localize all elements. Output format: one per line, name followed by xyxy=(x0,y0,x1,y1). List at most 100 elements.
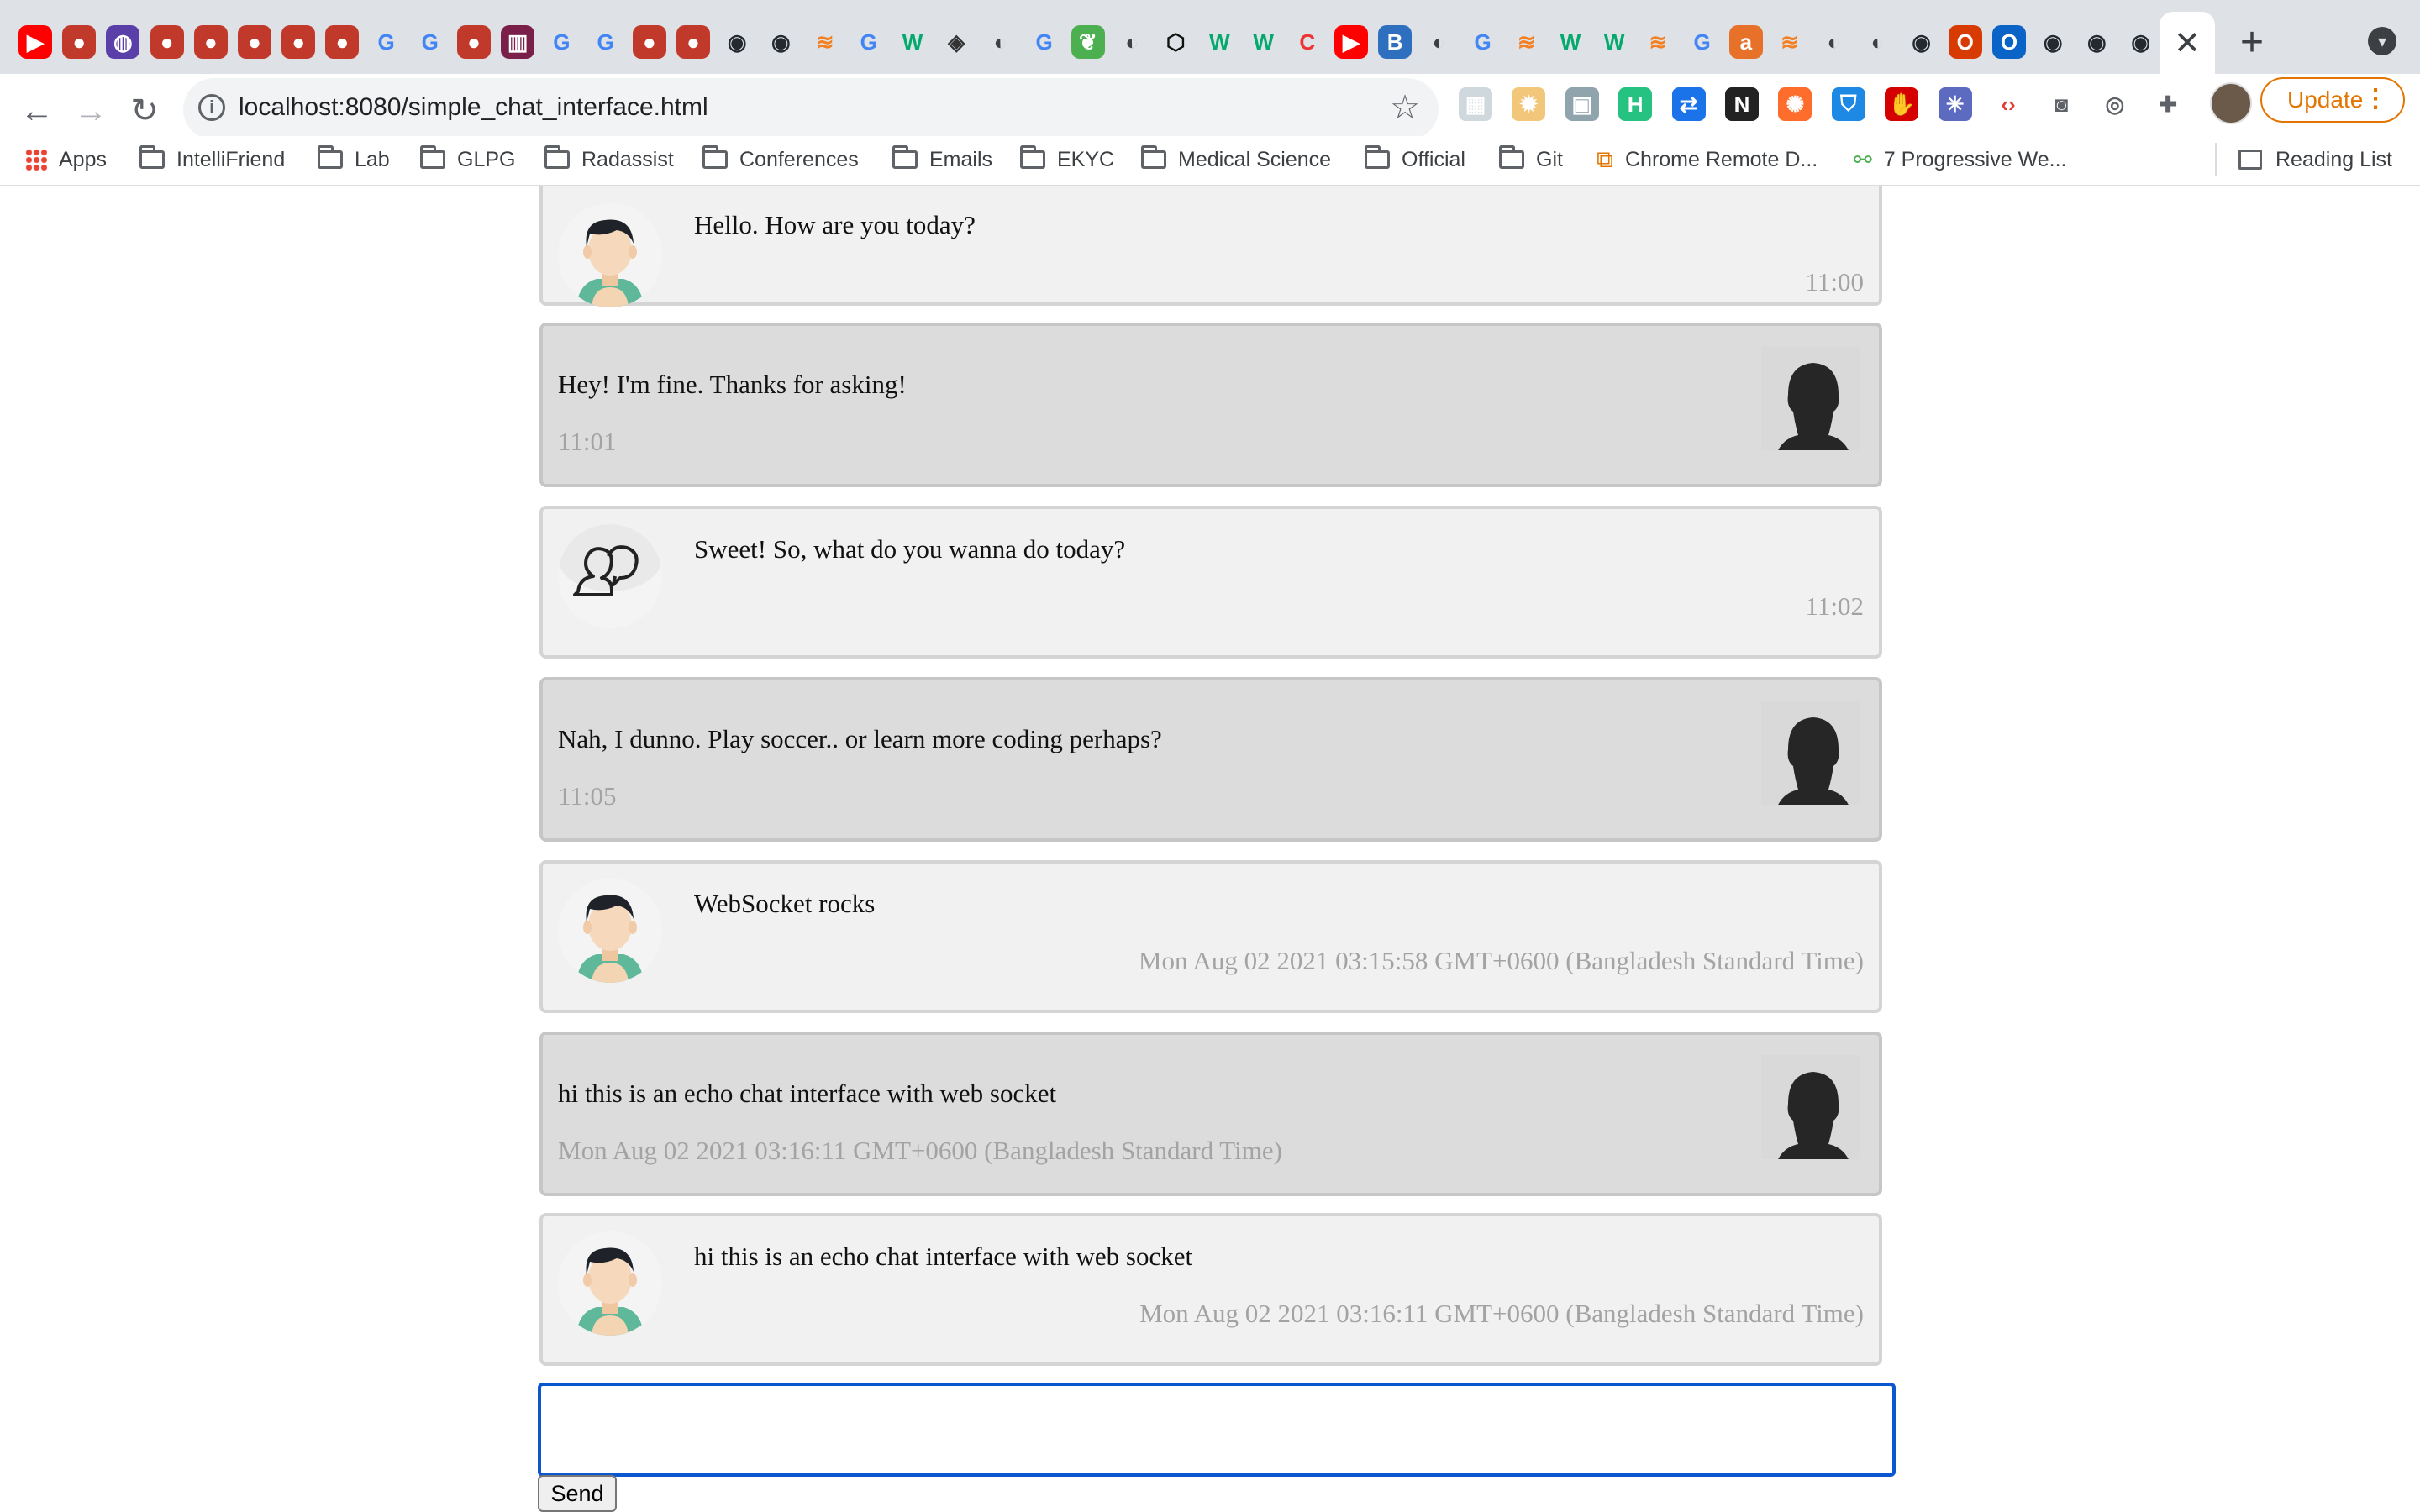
man-avatar xyxy=(558,879,662,983)
tab-stackoverflow-icon[interactable]: ≋ xyxy=(1641,25,1675,59)
tab-google-icon[interactable]: G xyxy=(370,25,403,59)
message-input[interactable] xyxy=(538,1383,1896,1477)
tab-w3schools-icon[interactable]: W xyxy=(1202,25,1236,59)
tab-google-icon[interactable]: G xyxy=(852,25,886,59)
bookmark-lab[interactable]: Lab xyxy=(318,144,390,175)
tab-github-icon[interactable]: ◉ xyxy=(764,25,797,59)
tab-cluster-icon[interactable]: ● xyxy=(150,25,184,59)
grid-ext-icon[interactable]: ▦ xyxy=(1459,87,1492,121)
tab-cluster-icon[interactable]: ● xyxy=(193,25,228,59)
tab-google-icon[interactable]: G xyxy=(1466,25,1500,59)
bookmark-chrome-remote-d[interactable]: ⧉ Chrome Remote D... xyxy=(1597,144,1818,175)
bookmark-apps[interactable]: Apps xyxy=(25,144,107,175)
tab-ask-icon[interactable]: a xyxy=(1728,25,1763,59)
tab-cluster-icon[interactable]: ● xyxy=(632,25,666,59)
tab-firefox-icon[interactable]: ◍ xyxy=(106,25,140,59)
tab-globe-icon[interactable]: ◐ xyxy=(1817,25,1850,59)
tab-github-icon[interactable]: ◉ xyxy=(2036,25,2070,59)
bookmark-7-progressive-we[interactable]: ⚯ 7 Progressive We... xyxy=(1854,144,2066,175)
tab-office-icon[interactable]: O xyxy=(1948,25,1982,59)
tab-cluster-icon[interactable]: ● xyxy=(457,25,491,59)
reading-list-button[interactable]: Reading List xyxy=(2238,144,2392,175)
tab-cluster-icon[interactable]: ● xyxy=(676,25,710,59)
tab-codepen-icon[interactable]: ⬡ xyxy=(1159,25,1192,59)
sparkle-ext-icon[interactable]: ✳ xyxy=(1938,87,1972,121)
bookmark-emails[interactable]: Emails xyxy=(892,144,992,175)
tab-google-icon[interactable]: G xyxy=(1686,25,1719,59)
send-button[interactable]: Send xyxy=(538,1475,617,1512)
bookmark-label: Official xyxy=(1402,147,1465,171)
tab-globe-icon[interactable]: ◐ xyxy=(1115,25,1149,59)
gear-ext-icon[interactable]: ✹ xyxy=(1512,87,1546,121)
tab-stackoverflow-icon[interactable]: ≋ xyxy=(1773,25,1807,59)
image-ext-icon[interactable]: ▣ xyxy=(1565,87,1599,121)
update-label: Update xyxy=(2287,87,2364,113)
tab-outlook-icon[interactable]: O xyxy=(1992,25,2026,59)
orange-ext-icon[interactable]: ✺ xyxy=(1778,87,1812,121)
camera-ext-icon[interactable]: ◙ xyxy=(2044,87,2078,121)
tab-cc-icon[interactable]: C xyxy=(1291,25,1324,59)
active-tab-close-icon[interactable]: ✕ xyxy=(2160,12,2215,74)
folder-icon xyxy=(544,145,570,169)
tab-stackoverflow-icon[interactable]: ≋ xyxy=(1510,25,1544,59)
code-ext-icon[interactable]: ‹› xyxy=(1991,87,2025,121)
bookmark-conferences[interactable]: Conferences xyxy=(702,144,859,175)
tab-stackoverflow-icon[interactable]: ≋ xyxy=(808,25,842,59)
bookmark-official[interactable]: Official xyxy=(1365,144,1465,175)
reading-list-label: Reading List xyxy=(2275,147,2392,171)
reload-icon[interactable]: ↻ xyxy=(119,86,170,136)
tab-github-icon[interactable]: ◉ xyxy=(1905,25,1939,59)
bookmark-medical-science[interactable]: Medical Science xyxy=(1141,144,1331,175)
bookmark-git[interactable]: Git xyxy=(1499,144,1563,175)
hand-ext-icon[interactable]: ✋ xyxy=(1885,87,1919,121)
tab-cluster-icon[interactable]: ● xyxy=(325,25,360,59)
tab-w3schools-icon[interactable]: W xyxy=(1597,25,1631,59)
tab-youtube-icon[interactable]: ▶ xyxy=(1334,25,1368,59)
translate-ext-icon[interactable]: ⇄ xyxy=(1671,87,1706,121)
tab-diamond-icon[interactable]: ◈ xyxy=(939,25,973,59)
bookmark-star-icon[interactable]: ☆ xyxy=(1390,88,1420,127)
folder-icon xyxy=(1499,145,1524,169)
new-tab-button[interactable]: + xyxy=(2232,20,2272,65)
back-arrow-icon[interactable]: ← xyxy=(12,86,62,136)
tab-search-icon[interactable]: ▾ xyxy=(2368,27,2396,55)
tab-w3schools-icon[interactable]: W xyxy=(896,25,929,59)
tab-google-icon[interactable]: G xyxy=(544,25,578,59)
site-info-icon[interactable]: i xyxy=(198,94,225,121)
bookmark-glpg[interactable]: GLPG xyxy=(420,144,515,175)
tab-github-icon[interactable]: ◉ xyxy=(720,25,754,59)
new-ext-icon[interactable]: N xyxy=(1725,87,1759,121)
bookmark-radassist[interactable]: Radassist xyxy=(544,144,674,175)
tab-cluster-icon[interactable]: ● xyxy=(281,25,316,59)
tab-w3schools-icon[interactable]: W xyxy=(1554,25,1587,59)
tab-chart-icon[interactable]: ▥ xyxy=(501,25,535,59)
tab-github-icon[interactable]: ◉ xyxy=(2080,25,2113,59)
tab-github-icon[interactable]: ◉ xyxy=(2124,25,2158,59)
update-button[interactable]: Update ⋮ xyxy=(2260,77,2405,123)
tab-globe-icon[interactable]: ◐ xyxy=(1422,25,1455,59)
chat-message: hi this is an echo chat interface with w… xyxy=(539,1213,1882,1366)
tab-google-icon[interactable]: G xyxy=(413,25,447,59)
dev-ext-icon[interactable]: ◎ xyxy=(2098,87,2132,121)
puzzle-icon[interactable]: ✚ xyxy=(2151,87,2185,121)
profile-avatar[interactable] xyxy=(2210,82,2252,124)
url-text[interactable]: localhost:8080/simple_chat_interface.htm… xyxy=(239,93,708,122)
tab-google-icon[interactable]: G xyxy=(1028,25,1061,59)
tab-youtube-icon[interactable]: ▶ xyxy=(18,25,52,59)
silhouette-avatar xyxy=(1761,346,1860,472)
bookmark-intellifriend[interactable]: IntelliFriend xyxy=(139,144,285,175)
tab-cluster-icon[interactable]: ● xyxy=(238,25,271,59)
tab-bootstrap-icon[interactable]: B xyxy=(1378,25,1413,59)
tab-w3schools-icon[interactable]: W xyxy=(1247,25,1281,59)
h-ext-icon[interactable]: H xyxy=(1618,87,1653,121)
chat-message: Nah, I dunno. Play soccer.. or learn mor… xyxy=(539,677,1882,842)
tab-globe-icon[interactable]: ◐ xyxy=(983,25,1017,59)
tab-google-icon[interactable]: G xyxy=(589,25,623,59)
shield-ext-icon[interactable]: ⛉ xyxy=(1831,87,1865,121)
address-bar[interactable]: i localhost:8080/simple_chat_interface.h… xyxy=(183,78,1439,140)
tab-leaf-icon[interactable]: ❦ xyxy=(1071,25,1105,59)
forward-arrow-icon[interactable]: → xyxy=(66,86,116,136)
tab-globe-icon[interactable]: ◐ xyxy=(1860,25,1894,59)
bookmark-ekyc[interactable]: EKYC xyxy=(1020,144,1114,175)
tab-cluster-icon[interactable]: ● xyxy=(62,25,97,59)
